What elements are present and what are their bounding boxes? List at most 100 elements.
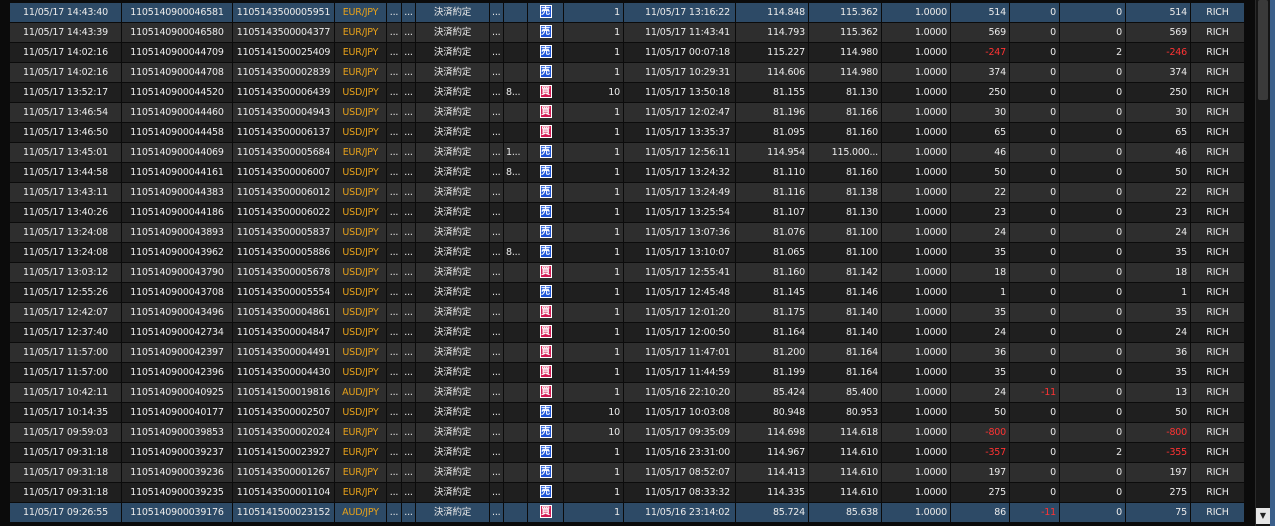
total-cell: 46 (1126, 143, 1191, 162)
trade-type-cell: 決済約定 (416, 383, 490, 402)
currency-pair-cell: EUR/JPY (335, 43, 387, 62)
collapsed-cell: ... (387, 83, 402, 102)
collapsed-cell (504, 103, 528, 122)
currency-pair-cell: USD/JPY (335, 403, 387, 422)
buy-badge: 買 (539, 365, 552, 378)
table-row[interactable]: 11/05/17 12:55:26 1105140900043708 1105143… (10, 283, 1246, 302)
table-row[interactable]: 11/05/17 13:52:17 1105140900044520 1105143… (10, 83, 1246, 102)
table-row[interactable]: 11/05/17 13:44:58 1105140900044161 1105143… (10, 163, 1246, 182)
position-number-cell: 1105143500005886 (233, 243, 335, 262)
table-row[interactable]: 11/05/17 14:43:39 1105140900046580 1105143… (10, 23, 1246, 42)
execution-history-window: 11/05/17 14:43:40 1105140900046581 1105143… (0, 0, 1275, 526)
swap-cell: 0 (1010, 143, 1060, 162)
execution-time-cell: 11/05/17 14:02:16 (10, 43, 122, 62)
scroll-thumb[interactable] (1258, 0, 1268, 100)
order-number-cell: 1105140900042396 (122, 363, 233, 382)
sell-badge: 売 (539, 65, 552, 78)
open-time-cell: 11/05/17 12:55:41 (624, 263, 736, 282)
open-price-cell: 85.724 (736, 503, 809, 522)
table-row[interactable]: 11/05/17 11:57:00 1105140900042396 1105143… (10, 363, 1246, 382)
collapsed-cell: ... (490, 323, 504, 342)
table-row[interactable]: 11/05/17 13:45:01 1105140900044069 1105143… (10, 143, 1246, 162)
trade-type-cell: 決済約定 (416, 23, 490, 42)
quantity-cell: 1 (564, 143, 624, 162)
execution-table[interactable]: 11/05/17 14:43:40 1105140900046581 1105143… (10, 3, 1246, 523)
close-price-cell: 85.638 (809, 503, 882, 522)
swap-cell: 0 (1010, 183, 1060, 202)
user-cell: RICH (1191, 503, 1245, 522)
open-time-cell: 11/05/17 13:35:37 (624, 123, 736, 142)
table-row[interactable]: 11/05/17 09:26:55 1105140900039176 1105141… (10, 503, 1246, 522)
table-row[interactable]: 11/05/17 10:14:35 1105140900040177 1105143… (10, 403, 1246, 422)
user-cell: RICH (1191, 103, 1245, 122)
side-cell: 売 (528, 43, 564, 62)
sell-badge: 売 (539, 145, 552, 158)
collapsed-cell: ... (490, 463, 504, 482)
position-number-cell: 1105143500006012 (233, 183, 335, 202)
table-row[interactable]: 11/05/17 13:24:08 1105140900043962 1105143… (10, 243, 1246, 262)
table-row[interactable]: 11/05/17 14:43:40 1105140900046581 1105143… (10, 3, 1246, 22)
table-row[interactable]: 11/05/17 09:59:03 1105140900039853 1105143… (10, 423, 1246, 442)
collapsed-cell (504, 183, 528, 202)
position-number-cell: 1105143500001104 (233, 483, 335, 502)
profit-loss-cell: 275 (951, 483, 1010, 502)
table-row[interactable]: 11/05/17 10:42:11 1105140900040925 1105141… (10, 383, 1246, 402)
table-row[interactable]: 11/05/17 13:03:12 1105140900043790 1105143… (10, 263, 1246, 282)
table-row[interactable]: 11/05/17 12:42:07 1105140900043496 1105143… (10, 303, 1246, 322)
total-cell: 50 (1126, 403, 1191, 422)
swap-cell: 0 (1010, 283, 1060, 302)
table-row[interactable]: 11/05/17 14:02:16 1105140900044709 1105141… (10, 43, 1246, 62)
collapsed-cell: 1... (504, 143, 528, 162)
lot-cell: 1.0000 (882, 43, 951, 62)
quantity-cell: 1 (564, 443, 624, 462)
currency-pair-cell: EUR/JPY (335, 3, 387, 22)
lot-cell: 1.0000 (882, 23, 951, 42)
table-row[interactable]: 11/05/17 13:40:26 1105140900044186 1105143… (10, 203, 1246, 222)
order-number-cell: 1105140900039235 (122, 483, 233, 502)
lot-cell: 1.0000 (882, 63, 951, 82)
vertical-scrollbar[interactable]: ▼ (1255, 0, 1270, 526)
collapsed-cell: ... (387, 443, 402, 462)
collapsed-cell: ... (490, 283, 504, 302)
user-cell: RICH (1191, 263, 1245, 282)
quantity-cell: 1 (564, 163, 624, 182)
table-row[interactable]: 11/05/17 09:31:18 1105140900039236 1105143… (10, 463, 1246, 482)
open-time-cell: 11/05/17 13:50:18 (624, 83, 736, 102)
currency-pair-cell: AUD/JPY (335, 383, 387, 402)
table-row[interactable]: 11/05/17 13:24:08 1105140900043893 1105143… (10, 223, 1246, 242)
table-row[interactable]: 11/05/17 12:37:40 1105140900042734 1105143… (10, 323, 1246, 342)
user-cell: RICH (1191, 243, 1245, 262)
trade-type-cell: 決済約定 (416, 443, 490, 462)
swap-cell: 0 (1010, 63, 1060, 82)
scroll-down-icon[interactable]: ▼ (1256, 508, 1270, 524)
position-number-cell: 1105143500004491 (233, 343, 335, 362)
collapsed-cell: ... (490, 183, 504, 202)
collapsed-cell: ... (387, 283, 402, 302)
position-number-cell: 1105143500004377 (233, 23, 335, 42)
collapsed-cell (504, 3, 528, 22)
table-row[interactable]: 11/05/17 11:57:00 1105140900042397 1105143… (10, 343, 1246, 362)
close-price-cell: 114.980 (809, 43, 882, 62)
total-cell: 197 (1126, 463, 1191, 482)
currency-pair-cell: USD/JPY (335, 323, 387, 342)
table-row[interactable]: 11/05/17 13:43:11 1105140900044383 1105143… (10, 183, 1246, 202)
table-row[interactable]: 11/05/17 13:46:54 1105140900044460 1105143… (10, 103, 1246, 122)
table-row[interactable]: 11/05/17 14:02:16 1105140900044708 1105143… (10, 63, 1246, 82)
buy-badge: 買 (539, 305, 552, 318)
table-row[interactable]: 11/05/17 13:46:50 1105140900044458 1105143… (10, 123, 1246, 142)
swap-cell: 0 (1010, 203, 1060, 222)
total-cell: 36 (1126, 343, 1191, 362)
open-price-cell: 81.164 (736, 323, 809, 342)
collapsed-cell: ... (490, 223, 504, 242)
execution-time-cell: 11/05/17 13:45:01 (10, 143, 122, 162)
total-cell: 569 (1126, 23, 1191, 42)
close-price-cell: 81.138 (809, 183, 882, 202)
execution-time-cell: 11/05/17 11:57:00 (10, 343, 122, 362)
buy-badge: 買 (539, 345, 552, 358)
execution-time-cell: 11/05/17 10:14:35 (10, 403, 122, 422)
quantity-cell: 1 (564, 183, 624, 202)
collapsed-cell: ... (402, 23, 416, 42)
table-row[interactable]: 11/05/17 09:31:18 1105140900039237 1105141… (10, 443, 1246, 462)
total-cell: 374 (1126, 63, 1191, 82)
table-row[interactable]: 11/05/17 09:31:18 1105140900039235 1105143… (10, 483, 1246, 502)
